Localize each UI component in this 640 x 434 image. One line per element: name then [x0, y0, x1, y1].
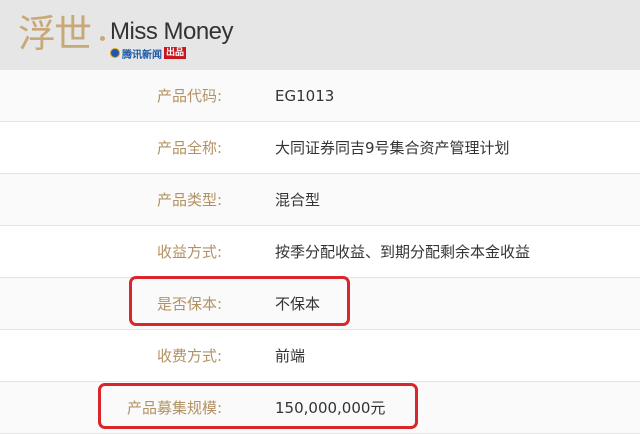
table-row-product-code: 产品代码: EG1013 — [0, 70, 640, 122]
row-value: 前端 — [275, 347, 306, 365]
table-row-full-name: 产品全称: 大同证券同吉9号集合资产管理计划 — [0, 122, 640, 174]
logo-chinese: 浮世 — [18, 12, 92, 56]
logo-dot-icon — [100, 36, 105, 41]
header-bar: 浮世 Miss Money 腾讯新闻 出品 — [0, 0, 640, 70]
row-label: 收费方式: — [156, 347, 222, 365]
table-row-return-method: 收益方式: 按季分配收益、到期分配剩余本金收益 — [0, 226, 640, 278]
row-label: 收益方式: — [156, 243, 222, 261]
table-row-fee-method: 收费方式: 前端 — [0, 330, 640, 382]
logo-english: Miss Money — [110, 18, 234, 45]
row-label: 是否保本: — [156, 295, 222, 313]
row-value: 150,000,000元 — [275, 399, 386, 417]
row-label: 产品全称: — [156, 139, 222, 157]
row-label: 产品募集规模: — [126, 399, 222, 417]
row-value: 不保本 — [275, 295, 321, 313]
row-value: EG1013 — [275, 87, 335, 105]
row-value: 按季分配收益、到期分配剩余本金收益 — [275, 243, 531, 261]
logo-sub-text: 腾讯新闻 — [122, 49, 162, 61]
row-value: 混合型 — [275, 191, 321, 209]
product-info-table: 产品代码: EG1013 产品全称: 大同证券同吉9号集合资产管理计划 产品类型… — [0, 70, 640, 434]
row-label: 产品代码: — [156, 87, 222, 105]
tencent-qq-icon — [110, 48, 120, 58]
row-label: 产品类型: — [156, 191, 222, 209]
logo-badge: 出品 — [164, 47, 187, 59]
table-row-product-type: 产品类型: 混合型 — [0, 174, 640, 226]
logo-subtitle: 腾讯新闻 出品 — [110, 46, 187, 61]
row-value: 大同证券同吉9号集合资产管理计划 — [275, 139, 510, 157]
table-row-fundraising-scale: 产品募集规模: 150,000,000元 — [0, 382, 640, 434]
table-row-principal-guaranteed: 是否保本: 不保本 — [0, 278, 640, 330]
